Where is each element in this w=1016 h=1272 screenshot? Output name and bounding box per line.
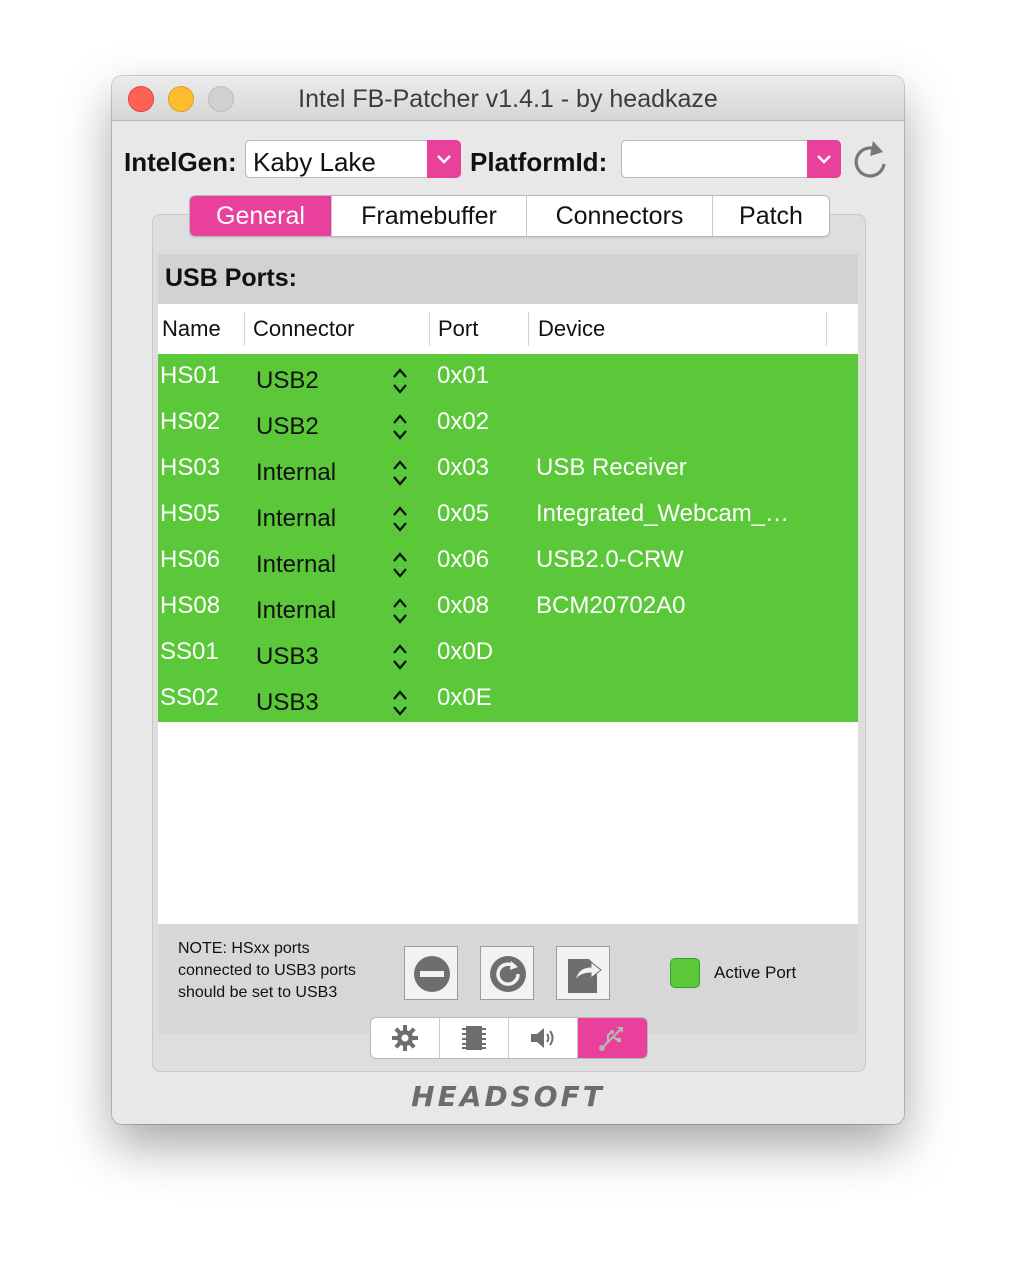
subtab-audio[interactable]: [509, 1018, 578, 1058]
port-number: 0x02: [437, 408, 490, 435]
table-row[interactable]: HS06 Internal 0x06 USB2.0-CRW: [158, 538, 858, 584]
device-name: BCM20702A0: [536, 592, 686, 619]
port-number: 0x01: [437, 362, 490, 389]
note-line: NOTE: HSxx ports: [178, 940, 310, 957]
stepper-icon[interactable]: [392, 367, 408, 395]
app-window: Intel FB-Patcher v1.4.1 - by headkaze In…: [112, 76, 904, 1124]
section-title: USB Ports:: [165, 264, 297, 292]
connector-value: USB3: [256, 643, 319, 670]
connector-value: USB2: [256, 367, 319, 394]
stepper-icon[interactable]: [392, 459, 408, 487]
port-number: 0x06: [437, 546, 490, 573]
table-row[interactable]: SS01 USB3 0x0D: [158, 630, 858, 676]
note-line: connected to USB3 ports: [178, 962, 356, 979]
speaker-icon: [531, 1028, 554, 1048]
tab-patch[interactable]: Patch: [713, 196, 829, 236]
export-file-icon: [568, 959, 602, 993]
connector-value: Internal: [256, 505, 337, 532]
reload-icon[interactable]: [850, 138, 890, 187]
usb-icon: [599, 1027, 623, 1051]
port-number: 0x05: [437, 500, 490, 527]
device-name: USB Receiver: [536, 454, 687, 481]
chevron-down-icon[interactable]: [427, 140, 461, 178]
port-name: SS01: [160, 638, 219, 665]
table-row[interactable]: HS03 Internal 0x03 USB Receiver: [158, 446, 858, 492]
main-tabs: General Framebuffer Connectors Patch: [189, 195, 830, 237]
general-subtabs: [370, 1017, 648, 1059]
port-name: HS08: [160, 592, 221, 619]
port-number: 0x0E: [437, 684, 492, 711]
note-line: should be set to USB3: [178, 984, 338, 1001]
stepper-icon[interactable]: [392, 551, 408, 579]
table-header: Name Connector Port Device: [158, 304, 858, 356]
column-header-connector[interactable]: Connector: [253, 316, 355, 342]
usb3-note: NOTE: HSxx ports connected to USB3 ports…: [178, 938, 356, 1004]
tab-framebuffer[interactable]: Framebuffer: [332, 196, 527, 236]
usb-ports-table: Name Connector Port Device HS01 USB2 0x0…: [158, 304, 858, 924]
port-name: HS01: [160, 362, 221, 389]
stepper-icon[interactable]: [392, 505, 408, 533]
table-body: HS01 USB2 0x01 HS02 USB2 0x02 HS03 Inter…: [158, 354, 858, 722]
table-row[interactable]: HS02 USB2 0x02: [158, 400, 858, 446]
table-row[interactable]: HS08 Internal 0x08 BCM20702A0: [158, 584, 858, 630]
chevron-down-icon[interactable]: [807, 140, 841, 178]
active-port-label: Active Port: [714, 963, 797, 982]
remove-port-button[interactable]: [404, 946, 458, 1000]
connector-value: Internal: [256, 551, 337, 578]
tab-general[interactable]: General: [190, 196, 332, 236]
subtab-memory[interactable]: [440, 1018, 509, 1058]
device-name: Integrated_Webcam_…: [536, 500, 790, 527]
export-ports-button[interactable]: [556, 946, 610, 1000]
port-name: HS05: [160, 500, 221, 527]
port-name: SS02: [160, 684, 219, 711]
connector-value: Internal: [256, 597, 337, 624]
platformid-select[interactable]: [621, 140, 841, 178]
stepper-icon[interactable]: [392, 689, 408, 717]
stepper-icon[interactable]: [392, 413, 408, 441]
stepper-icon[interactable]: [392, 597, 408, 625]
intelgen-label: IntelGen:: [124, 147, 237, 177]
connector-value: USB3: [256, 689, 319, 716]
column-header-port[interactable]: Port: [438, 316, 478, 342]
stepper-icon[interactable]: [392, 643, 408, 671]
table-row[interactable]: HS05 Internal 0x05 Integrated_Webcam_…: [158, 492, 858, 538]
tab-connectors[interactable]: Connectors: [527, 196, 713, 236]
port-name: HS06: [160, 546, 221, 573]
port-number: 0x08: [437, 592, 490, 619]
intelgen-select[interactable]: Kaby Lake: [245, 140, 461, 178]
port-name: HS02: [160, 408, 221, 435]
headsoft-logo: HEADSOFT: [411, 1080, 605, 1113]
minus-circle-icon: [414, 956, 450, 992]
active-port-swatch: [670, 958, 700, 988]
port-name: HS03: [160, 454, 221, 481]
window-title: Intel FB-Patcher v1.4.1 - by headkaze: [298, 85, 718, 113]
device-name: USB2.0-CRW: [536, 546, 684, 573]
gear-icon: [392, 1025, 418, 1051]
refresh-circle-icon: [490, 956, 526, 992]
table-row[interactable]: HS01 USB2 0x01: [158, 354, 858, 400]
connector-value: USB2: [256, 413, 319, 440]
chip-icon: [462, 1026, 486, 1050]
table-row[interactable]: SS02 USB3 0x0E: [158, 676, 858, 722]
title-bar[interactable]: Intel FB-Patcher v1.4.1 - by headkaze: [112, 76, 904, 121]
connector-value: Internal: [256, 459, 337, 486]
subtab-settings[interactable]: [371, 1018, 440, 1058]
usb-ports-header: USB Ports:: [158, 254, 858, 304]
port-number: 0x0D: [437, 638, 494, 665]
platformid-label: PlatformId:: [470, 147, 608, 177]
intelgen-value: Kaby Lake: [253, 147, 376, 177]
column-header-name[interactable]: Name: [162, 316, 221, 342]
reset-ports-button[interactable]: [480, 946, 534, 1000]
subtab-usb[interactable]: [578, 1018, 647, 1058]
port-number: 0x03: [437, 454, 490, 481]
column-header-device[interactable]: Device: [538, 316, 605, 342]
